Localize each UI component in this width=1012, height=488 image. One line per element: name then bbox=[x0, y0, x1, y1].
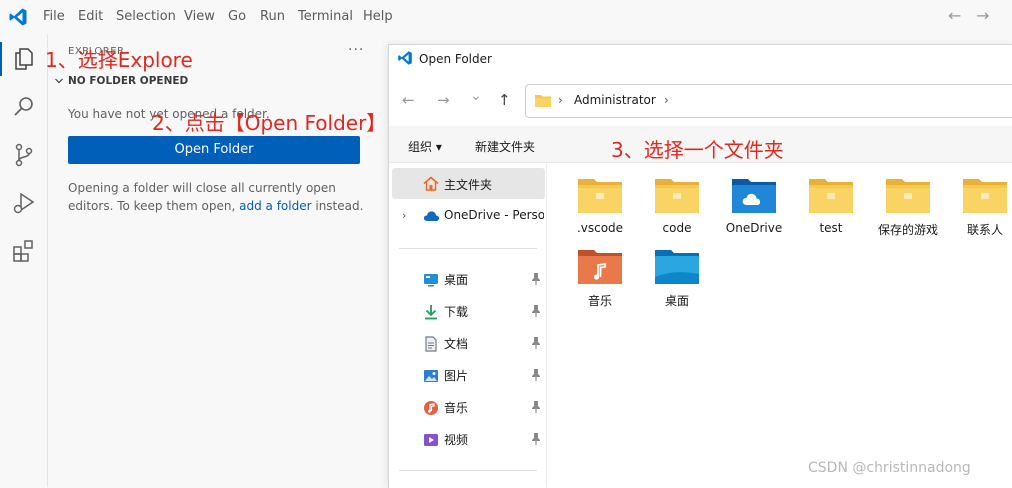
quick-access-label: 下载 bbox=[444, 305, 469, 319]
menu-view[interactable]: View bbox=[184, 9, 215, 24]
menu-terminal[interactable]: Terminal bbox=[298, 9, 353, 24]
watermark-text: CSDN @christinnadong bbox=[808, 460, 971, 476]
document-icon bbox=[425, 336, 437, 352]
folder-item[interactable]: .vscode bbox=[565, 176, 635, 242]
nav-item-home-label[interactable]: 主文件夹 bbox=[444, 176, 492, 193]
address-separator[interactable]: › bbox=[558, 93, 563, 107]
nav-item-onedrive-label[interactable]: OneDrive - Perso bbox=[444, 208, 544, 222]
menu-file[interactable]: File bbox=[43, 9, 65, 24]
address-segment-administrator[interactable]: Administrator bbox=[574, 93, 656, 107]
folder-label: 音乐 bbox=[587, 294, 612, 308]
folder-label: code bbox=[662, 221, 692, 235]
folder-label: 保存的游戏 bbox=[877, 223, 938, 237]
chevron-down-icon[interactable] bbox=[54, 76, 64, 86]
folder-icon bbox=[655, 179, 699, 213]
pin-icon[interactable] bbox=[530, 432, 542, 446]
folder-icon bbox=[578, 250, 622, 284]
music-icon bbox=[424, 401, 438, 415]
folder-item[interactable]: test bbox=[796, 176, 866, 242]
folder-icon bbox=[732, 179, 776, 213]
chevron-right-icon[interactable]: › bbox=[402, 209, 406, 222]
quick-access-item-4[interactable]: 音乐 bbox=[423, 398, 543, 418]
folder-icon bbox=[963, 179, 1007, 213]
quick-access-label: 图片 bbox=[444, 369, 469, 383]
annotation-step-3: 3、选择一个文件夹 bbox=[611, 138, 784, 162]
opening-info-after: instead. bbox=[311, 199, 364, 213]
nav-divider bbox=[399, 470, 537, 471]
more-actions-icon[interactable]: ··· bbox=[348, 42, 364, 58]
folder-label: 桌面 bbox=[664, 294, 689, 308]
folder-icon bbox=[886, 179, 930, 213]
organize-button[interactable]: 组织 ▾ bbox=[408, 138, 442, 155]
folder-item[interactable]: 联系人 bbox=[950, 176, 1012, 242]
address-separator[interactable]: › bbox=[664, 93, 669, 107]
menu-edit[interactable]: Edit bbox=[78, 9, 103, 24]
menu-go[interactable]: Go bbox=[228, 9, 246, 24]
menu-run[interactable]: Run bbox=[260, 9, 285, 24]
pin-icon[interactable] bbox=[530, 272, 542, 286]
pin-icon[interactable] bbox=[530, 336, 542, 350]
folder-label: test bbox=[819, 221, 843, 235]
desktop-icon bbox=[424, 274, 438, 287]
explorer-files-icon[interactable] bbox=[11, 46, 37, 72]
new-folder-button[interactable]: 新建文件夹 bbox=[475, 138, 535, 155]
quick-access-item-5[interactable]: 视频 bbox=[423, 430, 543, 450]
active-indicator bbox=[0, 42, 2, 76]
menu-selection[interactable]: Selection bbox=[116, 9, 176, 24]
menu-help[interactable]: Help bbox=[363, 9, 393, 24]
pin-icon[interactable] bbox=[530, 304, 542, 318]
folder-item[interactable]: 音乐 bbox=[565, 247, 635, 313]
dialog-forward-icon[interactable]: → bbox=[437, 91, 450, 109]
folder-icon bbox=[535, 95, 551, 107]
folder-item[interactable]: OneDrive bbox=[719, 176, 789, 242]
pin-icon[interactable] bbox=[530, 400, 542, 414]
quick-access-label: 音乐 bbox=[444, 401, 469, 415]
recent-locations-icon[interactable]: ⌄ bbox=[470, 88, 482, 104]
vscode-logo-icon bbox=[9, 8, 27, 26]
quick-access-item-0[interactable]: 桌面 bbox=[423, 270, 543, 290]
folder-icon bbox=[809, 179, 853, 213]
extensions-icon[interactable] bbox=[11, 238, 37, 264]
quick-access-item-1[interactable]: 下载 bbox=[423, 302, 543, 322]
quick-access-label: 桌面 bbox=[444, 273, 469, 287]
explorer-sidebar bbox=[48, 34, 388, 487]
nav-divider bbox=[399, 248, 537, 249]
folder-item[interactable]: 保存的游戏 bbox=[873, 176, 943, 242]
folder-icon bbox=[578, 179, 622, 213]
folder-icon bbox=[655, 250, 699, 284]
back-arrow-icon[interactable]: ← bbox=[948, 6, 961, 25]
home-icon bbox=[423, 176, 439, 191]
quick-access-item-3[interactable]: 图片 bbox=[423, 366, 543, 386]
folder-label: 联系人 bbox=[966, 223, 1003, 237]
quick-access-item-2[interactable]: 文档 bbox=[423, 334, 543, 354]
annotation-step-2: 2、点击【Open Folder】 bbox=[152, 111, 387, 135]
dialog-title: Open Folder bbox=[419, 52, 492, 66]
folder-item[interactable]: 桌面 bbox=[642, 247, 712, 313]
video-icon bbox=[424, 434, 438, 446]
opening-info-text: Opening a folder will close all currentl… bbox=[68, 179, 368, 215]
folder-label: OneDrive bbox=[725, 221, 783, 235]
no-folder-section-title[interactable]: NO FOLDER OPENED bbox=[68, 75, 188, 87]
dialog-back-icon[interactable]: ← bbox=[402, 91, 415, 109]
quick-access-label: 文档 bbox=[444, 337, 469, 351]
annotation-step-1: 1、选择Explore bbox=[45, 48, 193, 72]
open-folder-button[interactable]: Open Folder bbox=[68, 136, 360, 164]
forward-arrow-icon[interactable]: → bbox=[976, 6, 989, 25]
add-folder-link[interactable]: add a folder bbox=[239, 199, 311, 213]
vscode-logo-icon bbox=[398, 51, 412, 65]
download-icon bbox=[425, 305, 437, 320]
pin-icon[interactable] bbox=[530, 368, 542, 382]
onedrive-cloud-icon bbox=[423, 211, 440, 221]
up-directory-icon[interactable]: ↑ bbox=[498, 91, 511, 109]
picture-icon bbox=[424, 370, 438, 382]
folder-item[interactable]: code bbox=[642, 176, 712, 242]
quick-access-label: 视频 bbox=[444, 433, 469, 447]
search-icon[interactable] bbox=[11, 94, 37, 120]
run-debug-icon[interactable] bbox=[11, 190, 37, 216]
folder-label: .vscode bbox=[576, 221, 624, 235]
source-control-icon[interactable] bbox=[11, 142, 37, 168]
